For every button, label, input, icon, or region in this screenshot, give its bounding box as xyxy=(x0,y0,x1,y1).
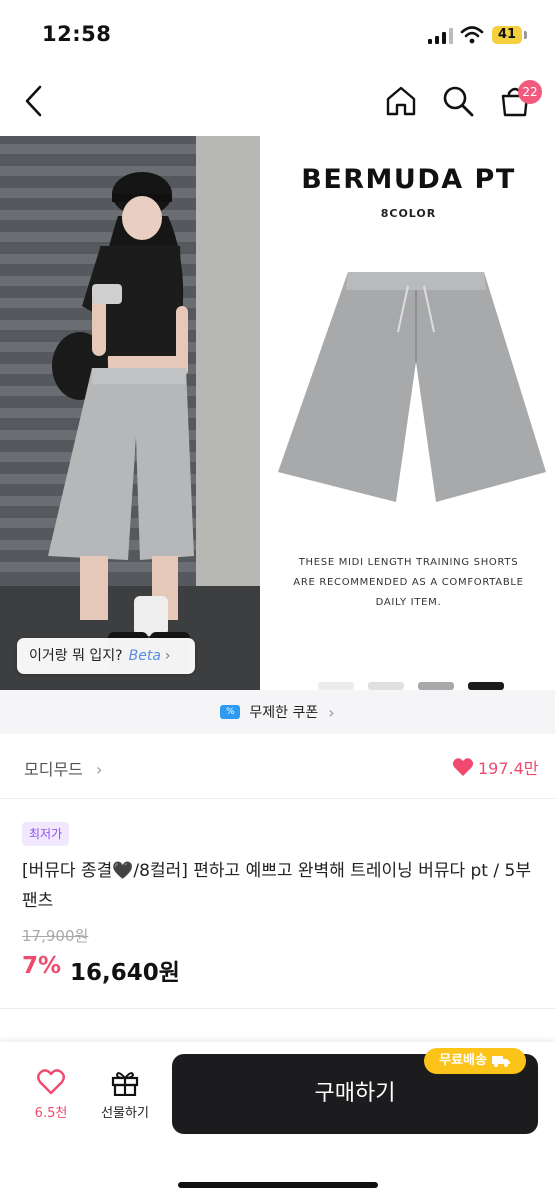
home-icon[interactable] xyxy=(384,84,418,118)
gift-button[interactable]: 선물하기 xyxy=(92,1068,158,1121)
coupon-label: 무제한 쿠폰 xyxy=(249,705,319,721)
promo-desc-line1: THESE MIDI LENGTH TRAINING SHORTS xyxy=(298,557,519,568)
truck-icon xyxy=(491,1056,510,1067)
search-icon[interactable] xyxy=(441,84,475,118)
shorts-illustration xyxy=(278,272,546,502)
shop-name: 모디무드 xyxy=(24,760,83,779)
outfit-suggestion-button[interactable]: 이거랑 뭐 입지? Beta › xyxy=(17,638,195,674)
home-indicator xyxy=(178,1182,378,1188)
wishlist-count: 6.5천 xyxy=(34,1106,68,1121)
back-icon[interactable] xyxy=(22,84,46,118)
promo-title: BERMUDA PT xyxy=(301,164,516,195)
model-photo xyxy=(0,136,260,690)
product-title: [버뮤다 종결🖤/8컬러] 편하고 예쁘고 완벽해 트레이닝 버뮤다 pt / … xyxy=(22,861,531,911)
coupon-bar[interactable]: % 무제한 쿠폰 › xyxy=(0,690,555,734)
original-price: 17,900원 xyxy=(22,927,89,945)
shop-link[interactable]: 모디무드 › xyxy=(24,756,102,780)
chevron-right-icon: › xyxy=(328,702,335,722)
free-shipping-badge: 무료배송 xyxy=(424,1048,526,1074)
promo-description: THESE MIDI LENGTH TRAINING SHORTS ARE RE… xyxy=(262,553,555,613)
heart-outline-icon xyxy=(37,1069,65,1095)
discount-rate: 7% xyxy=(22,953,62,979)
free-shipping-label: 무료배송 xyxy=(439,1053,487,1068)
color-swatches xyxy=(318,682,508,690)
divider xyxy=(0,798,555,799)
outfit-suggestion-label: 이거랑 뭐 입지? xyxy=(29,648,123,664)
coupon-icon: % xyxy=(220,705,241,719)
gift-label: 선물하기 xyxy=(101,1106,149,1121)
chevron-right-icon: › xyxy=(95,760,103,779)
signal-icon xyxy=(428,28,453,44)
battery-tip xyxy=(524,31,527,39)
status-time: 12:58 xyxy=(42,22,112,46)
product-promo-image: BERMUDA PT 8COLOR THESE MIDI LENGTH TRAI… xyxy=(262,136,555,690)
battery-icon: 41 xyxy=(492,26,522,44)
divider xyxy=(0,1008,555,1009)
promo-subtitle: 8COLOR xyxy=(380,207,437,220)
shop-like-count: 197.4만 xyxy=(478,759,539,778)
heart-filled-icon xyxy=(452,758,474,776)
promo-desc-line3: DAILY ITEM. xyxy=(375,597,442,608)
lowest-price-badge: 최저가 xyxy=(22,822,70,846)
cart-count-badge: 22 xyxy=(518,80,542,104)
wishlist-button[interactable]: 6.5천 xyxy=(26,1068,76,1121)
promo-desc-line2: ARE RECOMMENDED AS A COMFORTABLE xyxy=(293,577,524,588)
sale-price: 16,640원 xyxy=(70,960,180,986)
wifi-icon xyxy=(460,26,484,44)
chevron-right-icon: › xyxy=(164,648,171,664)
beta-tag: Beta xyxy=(128,648,161,664)
gift-icon xyxy=(111,1072,139,1097)
shop-like-button[interactable]: 197.4만 xyxy=(452,755,539,779)
